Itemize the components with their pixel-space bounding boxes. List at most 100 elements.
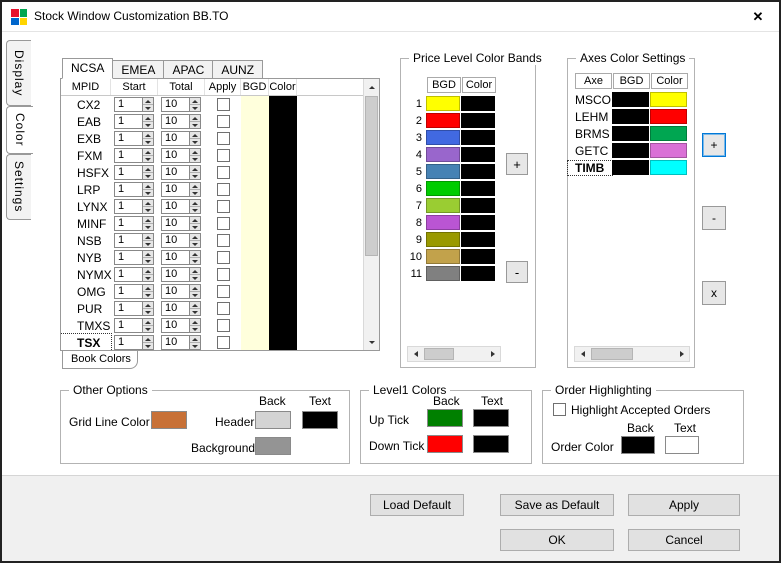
total-value[interactable]: 10 bbox=[162, 251, 189, 264]
axe-name[interactable]: TIMB bbox=[568, 161, 612, 175]
axe-bgd-swatch[interactable] bbox=[612, 126, 649, 141]
band-bgd-swatch[interactable] bbox=[426, 147, 460, 162]
start-value[interactable]: 1 bbox=[115, 200, 142, 213]
mpid-cell[interactable]: TMXS bbox=[61, 317, 111, 334]
book-colors-tab[interactable]: Book Colors bbox=[62, 351, 138, 369]
load-default-button[interactable]: Load Default bbox=[370, 494, 464, 516]
apply-checkbox[interactable] bbox=[217, 166, 230, 179]
apply-checkbox[interactable] bbox=[217, 200, 230, 213]
mpid-table-row[interactable]: HSFX 1 10 bbox=[61, 164, 363, 181]
total-value[interactable]: 10 bbox=[162, 336, 189, 349]
spinner-down-icon[interactable] bbox=[190, 241, 200, 247]
start-input[interactable]: 1 bbox=[114, 114, 154, 129]
cancel-button[interactable]: Cancel bbox=[628, 529, 740, 551]
band-color-swatch[interactable] bbox=[461, 198, 495, 213]
band-color-swatch[interactable] bbox=[461, 164, 495, 179]
spinner-up-icon[interactable] bbox=[143, 217, 153, 224]
apply-checkbox[interactable] bbox=[217, 98, 230, 111]
spinner-down-icon[interactable] bbox=[190, 190, 200, 196]
color-swatch[interactable] bbox=[269, 130, 297, 147]
scroll-left-icon[interactable] bbox=[575, 347, 590, 361]
color-swatch[interactable] bbox=[269, 300, 297, 317]
total-input[interactable]: 10 bbox=[161, 165, 201, 180]
total-value[interactable]: 10 bbox=[162, 115, 189, 128]
spinner-down-icon[interactable] bbox=[143, 173, 153, 179]
spinner-down-icon[interactable] bbox=[143, 122, 153, 128]
axe-color-swatch[interactable] bbox=[650, 126, 687, 141]
spinner-up-icon[interactable] bbox=[143, 166, 153, 173]
mpid-table-row[interactable]: NYMX 1 10 bbox=[61, 266, 363, 283]
axes-row[interactable]: GETC bbox=[568, 142, 694, 159]
total-value[interactable]: 10 bbox=[162, 98, 189, 111]
mpid-cell[interactable]: LRP bbox=[61, 181, 111, 198]
mpid-cell[interactable]: TSX bbox=[61, 334, 111, 351]
axe-bgd-swatch[interactable] bbox=[612, 160, 649, 175]
scroll-down-icon[interactable] bbox=[364, 334, 379, 350]
spinner-up-icon[interactable] bbox=[143, 98, 153, 105]
start-value[interactable]: 1 bbox=[115, 217, 142, 230]
total-value[interactable]: 10 bbox=[162, 149, 189, 162]
bgd-swatch[interactable] bbox=[241, 249, 269, 266]
mpid-cell[interactable]: NYMX bbox=[61, 266, 111, 283]
total-input[interactable]: 10 bbox=[161, 148, 201, 163]
apply-checkbox[interactable] bbox=[217, 285, 230, 298]
bgd-swatch[interactable] bbox=[241, 96, 269, 113]
axe-bgd-swatch[interactable] bbox=[612, 109, 649, 124]
scroll-left-icon[interactable] bbox=[408, 347, 423, 361]
mpid-table-row[interactable]: FXM 1 10 bbox=[61, 147, 363, 164]
up-tick-back-swatch[interactable] bbox=[427, 409, 463, 427]
scrollbar-thumb[interactable] bbox=[424, 348, 454, 360]
mpid-cell[interactable]: PUR bbox=[61, 300, 111, 317]
bgd-swatch[interactable] bbox=[241, 164, 269, 181]
spinner-up-icon[interactable] bbox=[143, 302, 153, 309]
spinner-up-icon[interactable] bbox=[190, 98, 200, 105]
spinner-down-icon[interactable] bbox=[143, 309, 153, 315]
total-value[interactable]: 10 bbox=[162, 166, 189, 179]
band-color-swatch[interactable] bbox=[461, 96, 495, 111]
start-input[interactable]: 1 bbox=[114, 148, 154, 163]
band-color-swatch[interactable] bbox=[461, 181, 495, 196]
axes-row[interactable]: MSCO bbox=[568, 91, 694, 108]
spinner-down-icon[interactable] bbox=[143, 156, 153, 162]
axes-row[interactable]: BRMS bbox=[568, 125, 694, 142]
apply-checkbox[interactable] bbox=[217, 302, 230, 315]
color-swatch[interactable] bbox=[269, 181, 297, 198]
remove-axe-button[interactable]: - bbox=[702, 206, 726, 230]
start-value[interactable]: 1 bbox=[115, 336, 142, 349]
spinner-down-icon[interactable] bbox=[190, 343, 200, 349]
side-tab-display[interactable]: Display bbox=[6, 40, 31, 106]
mpid-table-row[interactable]: EAB 1 10 bbox=[61, 113, 363, 130]
band-color-swatch[interactable] bbox=[461, 130, 495, 145]
apply-checkbox[interactable] bbox=[217, 217, 230, 230]
total-input[interactable]: 10 bbox=[161, 318, 201, 333]
start-value[interactable]: 1 bbox=[115, 234, 142, 247]
start-input[interactable]: 1 bbox=[114, 318, 154, 333]
start-value[interactable]: 1 bbox=[115, 268, 142, 281]
spinner-down-icon[interactable] bbox=[190, 122, 200, 128]
bgd-swatch[interactable] bbox=[241, 113, 269, 130]
band-color-swatch[interactable] bbox=[461, 215, 495, 230]
bgd-swatch[interactable] bbox=[241, 130, 269, 147]
grid-line-color-swatch[interactable] bbox=[151, 411, 187, 429]
bgd-swatch[interactable] bbox=[241, 215, 269, 232]
start-value[interactable]: 1 bbox=[115, 115, 142, 128]
total-input[interactable]: 10 bbox=[161, 97, 201, 112]
total-value[interactable]: 10 bbox=[162, 217, 189, 230]
mpid-table-row[interactable]: EXB 1 10 bbox=[61, 130, 363, 147]
bgd-swatch[interactable] bbox=[241, 334, 269, 351]
band-bgd-swatch[interactable] bbox=[426, 181, 460, 196]
spinner-down-icon[interactable] bbox=[143, 224, 153, 230]
spinner-up-icon[interactable] bbox=[143, 336, 153, 343]
spinner-up-icon[interactable] bbox=[143, 234, 153, 241]
spinner-down-icon[interactable] bbox=[190, 292, 200, 298]
total-value[interactable]: 10 bbox=[162, 268, 189, 281]
down-tick-text-swatch[interactable] bbox=[473, 435, 509, 453]
spinner-down-icon[interactable] bbox=[143, 139, 153, 145]
spinner-up-icon[interactable] bbox=[190, 319, 200, 326]
color-swatch[interactable] bbox=[269, 147, 297, 164]
apply-checkbox[interactable] bbox=[217, 132, 230, 145]
axes-row[interactable]: LEHM bbox=[568, 108, 694, 125]
axe-name[interactable]: GETC bbox=[568, 144, 612, 158]
color-swatch[interactable] bbox=[269, 164, 297, 181]
start-input[interactable]: 1 bbox=[114, 165, 154, 180]
